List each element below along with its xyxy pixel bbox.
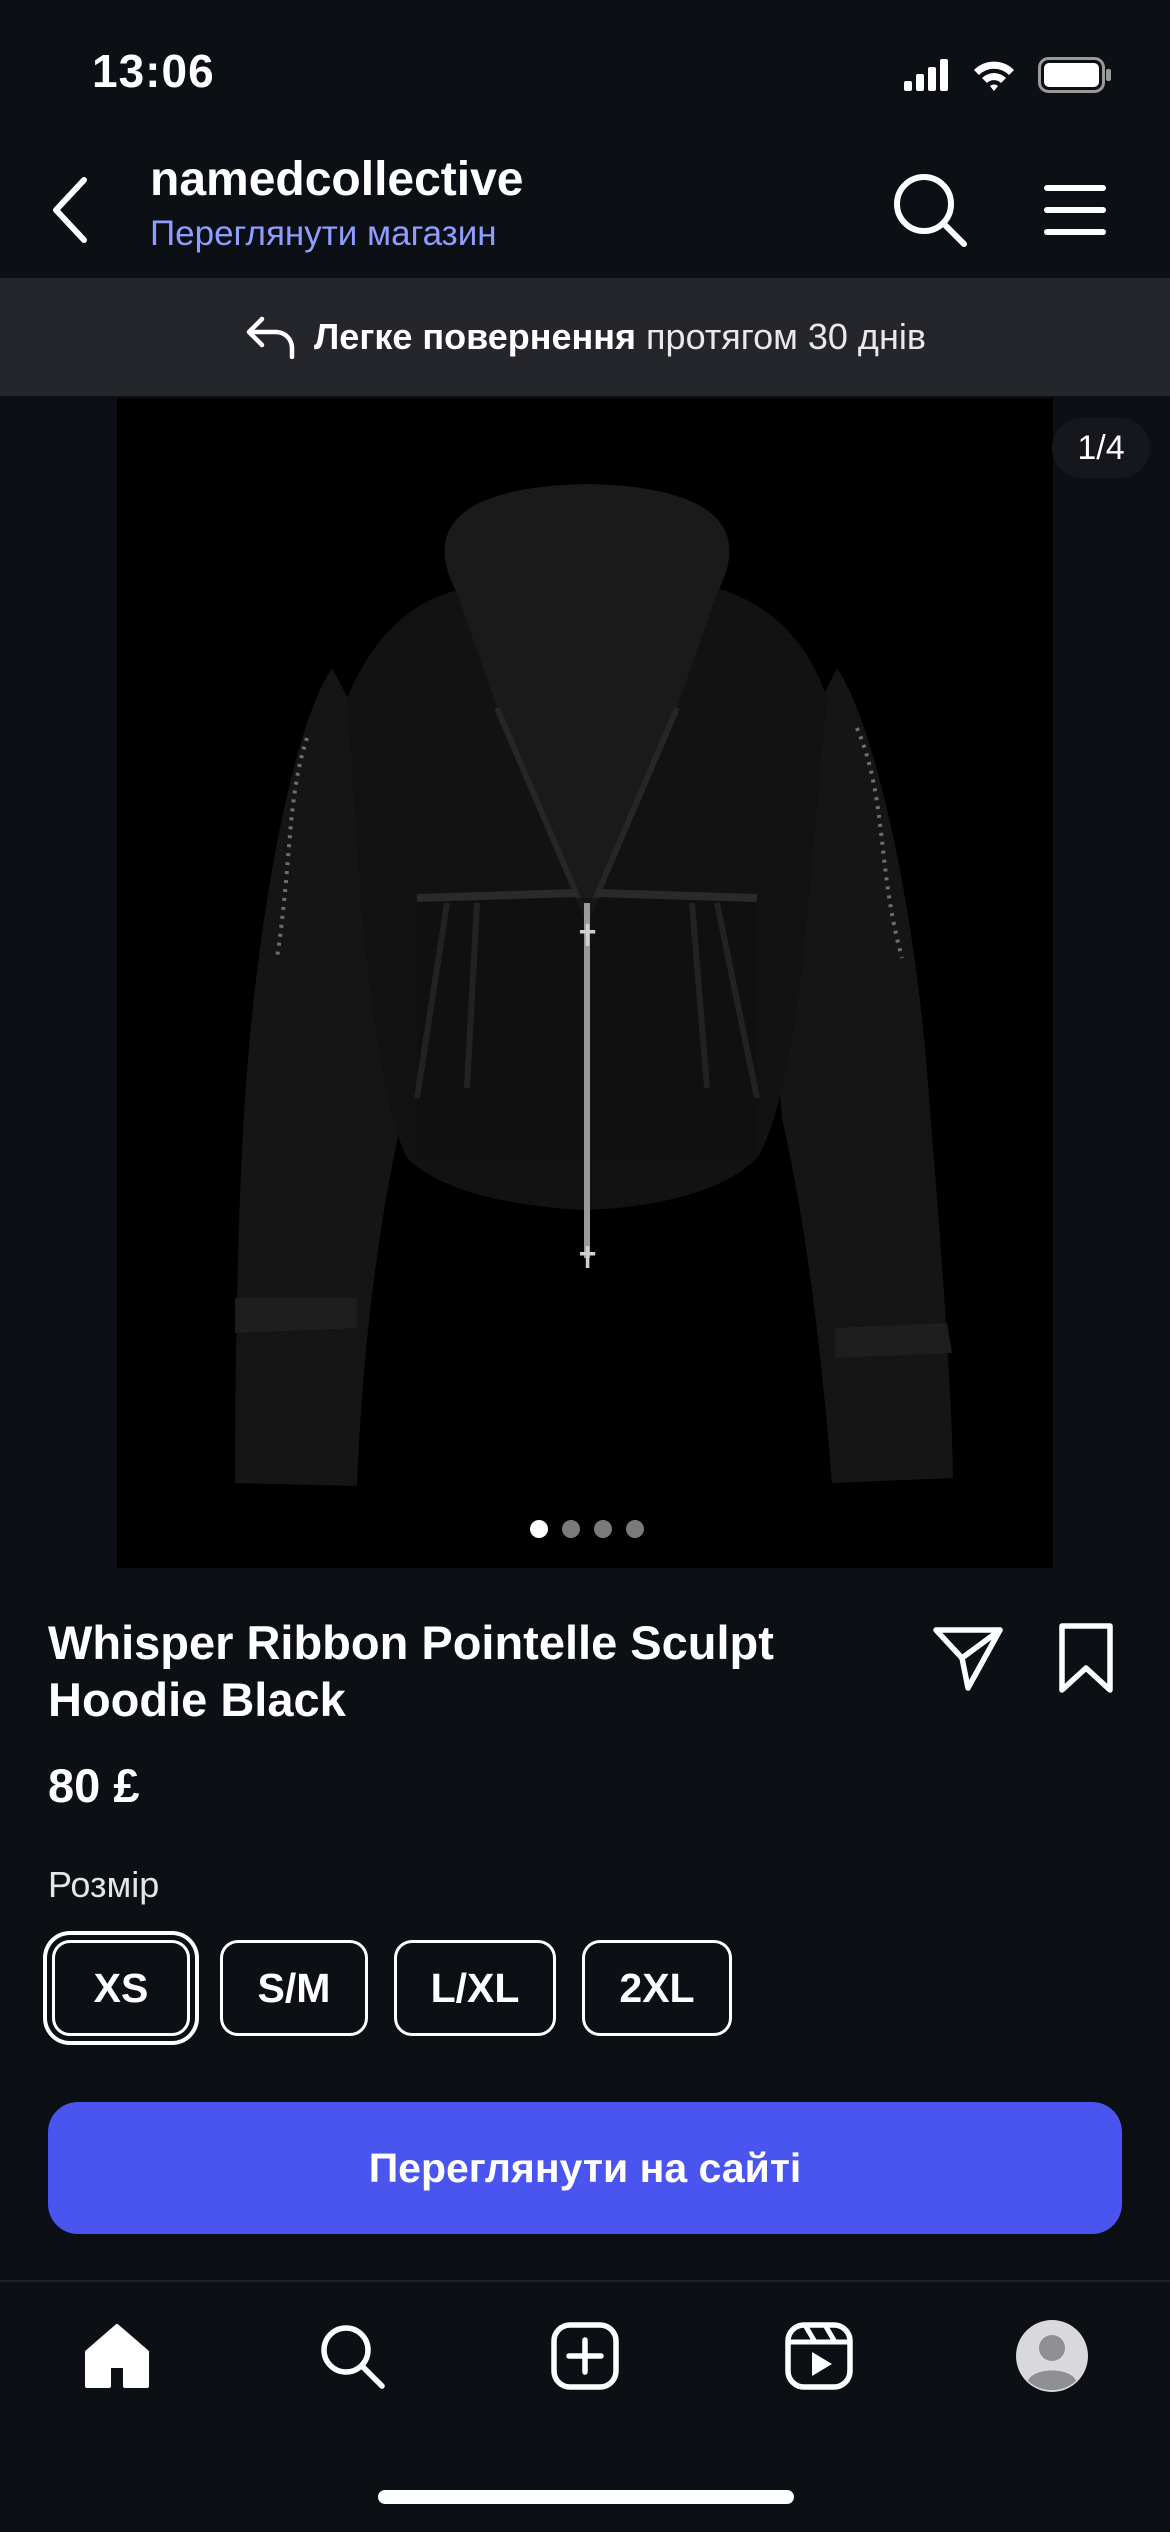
avatar-icon xyxy=(1016,2320,1088,2392)
signal-icon xyxy=(904,59,948,91)
nav-divider xyxy=(0,2280,1170,2282)
product-image[interactable]: ✝ ✝ xyxy=(117,398,1053,1568)
size-selector: XS S/M L/XL 2XL xyxy=(48,1936,732,2040)
plus-square-icon xyxy=(551,2322,619,2390)
menu-button[interactable] xyxy=(1035,172,1115,252)
status-time: 13:06 xyxy=(92,45,215,97)
pagination-dot[interactable] xyxy=(530,1520,548,1538)
size-option-2xl[interactable]: 2XL xyxy=(582,1940,732,2036)
pagination-dots[interactable] xyxy=(530,1520,644,1538)
view-on-site-button[interactable]: Переглянути на сайті xyxy=(48,2102,1122,2234)
pagination-dot[interactable] xyxy=(562,1520,580,1538)
search-icon xyxy=(894,174,967,247)
image-counter: 1/4 xyxy=(1052,418,1150,478)
view-shop-link[interactable]: Переглянути магазин xyxy=(150,214,497,254)
nav-create[interactable] xyxy=(543,2314,627,2398)
size-option-sm[interactable]: S/M xyxy=(220,1940,368,2036)
shop-name[interactable]: namedcollective xyxy=(150,152,524,207)
product-price: 80 £ xyxy=(48,1759,140,1812)
pagination-dot[interactable] xyxy=(594,1520,612,1538)
hamburger-icon xyxy=(1044,185,1106,235)
return-arrow-icon xyxy=(246,316,295,359)
status-icons xyxy=(904,52,1112,98)
returns-banner[interactable]: Легке повернення протягом 30 днів xyxy=(0,278,1170,396)
nav-home[interactable] xyxy=(75,2314,159,2398)
save-button[interactable] xyxy=(1052,1620,1120,1696)
search-button[interactable] xyxy=(888,168,972,252)
battery-icon xyxy=(1038,57,1111,93)
returns-rest-text: протягом 30 днів xyxy=(646,316,926,357)
svg-text:✝: ✝ xyxy=(575,919,600,954)
size-label: Розмір xyxy=(48,1864,160,1905)
back-button[interactable] xyxy=(30,170,110,250)
reels-icon xyxy=(785,2322,853,2390)
nav-search[interactable] xyxy=(310,2314,394,2398)
chevron-left-icon xyxy=(53,177,87,243)
bookmark-icon xyxy=(1059,1623,1113,1693)
size-option-xs[interactable]: XS xyxy=(52,1940,190,2036)
nav-profile[interactable] xyxy=(1010,2314,1094,2398)
pagination-dot[interactable] xyxy=(626,1520,644,1538)
size-option-lxl[interactable]: L/XL xyxy=(394,1940,556,2036)
search-icon xyxy=(321,2325,385,2389)
home-indicator xyxy=(378,2490,794,2504)
share-button[interactable] xyxy=(930,1620,1006,1696)
nav-reels[interactable] xyxy=(777,2314,861,2398)
hoodie-image: ✝ ✝ xyxy=(235,484,953,1486)
paper-plane-icon xyxy=(933,1627,1003,1691)
svg-text:✝: ✝ xyxy=(575,1241,600,1276)
home-icon xyxy=(85,2324,149,2388)
wifi-icon xyxy=(974,61,1014,91)
returns-bold-text: Легке повернення xyxy=(314,316,637,357)
product-title: Whisper Ribbon Pointelle Sculpt Hoodie B… xyxy=(48,1616,774,1726)
